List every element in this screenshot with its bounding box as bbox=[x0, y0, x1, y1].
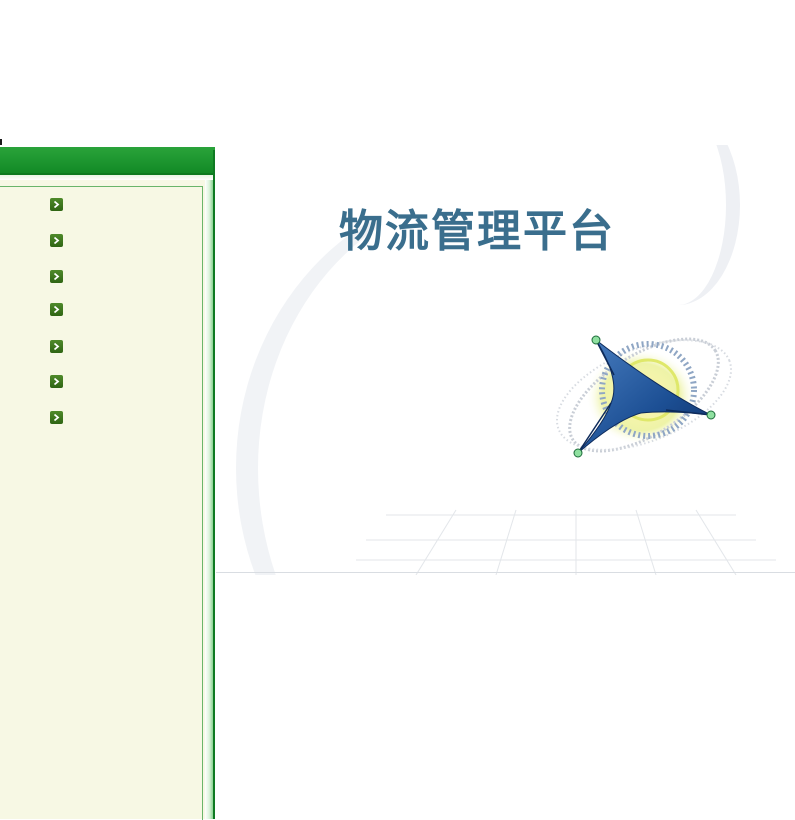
chevron-right-icon bbox=[50, 302, 63, 316]
chevron-right-icon bbox=[50, 339, 63, 353]
nav-item-7[interactable] bbox=[50, 409, 190, 425]
chevron-right-icon bbox=[50, 410, 63, 424]
chevron-right-icon bbox=[50, 269, 63, 283]
nav-item-1[interactable] bbox=[50, 196, 190, 212]
logistics-logo-icon bbox=[555, 335, 733, 458]
nav-item-4[interactable] bbox=[50, 301, 190, 317]
top-corner-mark bbox=[0, 139, 2, 145]
page-title: 物流管理平台 bbox=[339, 206, 615, 257]
nav-item-6[interactable] bbox=[50, 373, 190, 389]
left-panel-header bbox=[0, 147, 215, 175]
floor-line bbox=[216, 572, 795, 573]
main-banner: 物流管理平台 bbox=[216, 145, 795, 575]
nav-item-3[interactable] bbox=[50, 268, 190, 284]
left-nav-panel-border bbox=[0, 186, 203, 820]
left-panel-edge-line bbox=[213, 150, 215, 819]
nav-item-5[interactable] bbox=[50, 338, 190, 354]
chevron-right-icon bbox=[50, 233, 63, 247]
nav-item-2[interactable] bbox=[50, 232, 190, 248]
chevron-right-icon bbox=[50, 374, 63, 388]
floor-grid bbox=[356, 509, 776, 575]
chevron-right-icon bbox=[50, 197, 63, 211]
